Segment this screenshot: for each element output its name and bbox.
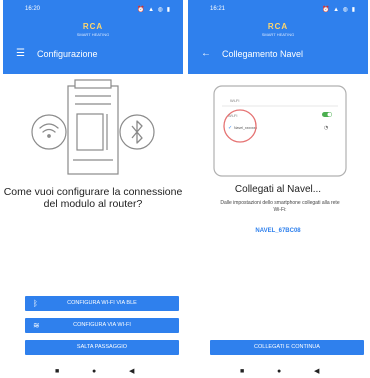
skip-step-button[interactable]: SALTA PASSAGGIO	[25, 340, 179, 355]
brand-logo: RCA	[267, 22, 289, 31]
bluetooth-icon: ᛒ	[33, 299, 38, 308]
connect-heading: Collegati al Navel...	[234, 184, 322, 195]
page-title: Configurazione	[37, 49, 98, 59]
hamburger-menu-icon[interactable]: ☰	[16, 49, 25, 59]
back-icon[interactable]: ◀	[314, 368, 319, 376]
app-bar: RCA SMART HEATING ☰ Configurazione	[3, 20, 183, 74]
system-nav-bar: ■ ● ◀	[188, 368, 368, 378]
status-bar: 16:21 ⏰ ▲ ◍ ▮	[188, 0, 368, 20]
illustration-network-label: Navel_xxxxxxx	[234, 126, 257, 130]
home-icon[interactable]: ●	[277, 368, 281, 376]
checkmark-icon: ✓	[228, 125, 232, 131]
wifi-circle-icon	[31, 114, 67, 150]
wifi-icon: ≋	[33, 321, 40, 330]
skip-step-label: SALTA PASSAGGIO	[76, 344, 128, 350]
connection-question: Come vuoi configurare la connessione del…	[3, 186, 183, 210]
status-time: 16:21	[210, 6, 226, 12]
status-time: 16:20	[25, 6, 41, 12]
wifi-icon	[39, 123, 59, 138]
brand-tagline: SMART HEATING	[76, 32, 110, 37]
brand-logo: RCA	[82, 22, 104, 31]
bluetooth-icon	[131, 120, 143, 144]
connect-continue-label: COLLEGATI E CONTINUA	[254, 344, 320, 350]
phone-wifi-illustration: Wi-Fi Wi-Fi ✓ Navel_xxxxxxx ◔	[213, 85, 347, 177]
status-bar: 16:20 ⏰ ▲ ◍ ▮	[3, 0, 183, 20]
page-title: Collegamento Navel	[222, 49, 304, 59]
screen-configuration: 16:20 ⏰ ▲ ◍ ▮ RCA SMART HEATING ☰ Config…	[3, 0, 183, 378]
screen-navel-connection: 16:21 ⏰ ▲ ◍ ▮ RCA SMART HEATING ← Colleg…	[188, 0, 368, 378]
stove-top	[74, 79, 112, 89]
back-icon[interactable]: ◀	[129, 368, 134, 376]
recent-apps-icon[interactable]: ■	[240, 368, 244, 376]
configure-wifi-label: CONFIGURA VIA WI-FI	[73, 322, 131, 328]
connect-continue-button[interactable]: COLLEGATI E CONTINUA	[210, 340, 364, 355]
configure-ble-button[interactable]: ᛒ CONFIGURA WI-FI VIA BLE	[25, 296, 179, 311]
connect-instructions: Dalle impostazioni dello smartphone coll…	[220, 200, 340, 213]
network-name: NAVEL_67BC08	[255, 228, 301, 234]
recent-apps-icon[interactable]: ■	[55, 368, 59, 376]
configure-ble-label: CONFIGURA WI-FI VIA BLE	[67, 300, 137, 306]
configure-wifi-button[interactable]: ≋ CONFIGURA VIA WI-FI	[25, 318, 179, 333]
illustration-wifi-label: Wi-Fi	[230, 98, 239, 103]
arrow-left-icon[interactable]: ←	[201, 49, 211, 59]
wifi-signal-icon: ◔	[324, 125, 328, 131]
stove-connectivity-illustration	[31, 79, 155, 175]
status-icons: ⏰ ▲ ◍ ▮	[322, 7, 356, 13]
app-bar: RCA SMART HEATING ← Collegamento Navel	[188, 20, 368, 74]
home-icon[interactable]: ●	[92, 368, 96, 376]
system-nav-bar: ■ ● ◀	[3, 368, 183, 378]
brand-tagline: SMART HEATING	[261, 32, 295, 37]
stove-body	[67, 85, 119, 175]
status-icons: ⏰ ▲ ◍ ▮	[137, 7, 171, 13]
